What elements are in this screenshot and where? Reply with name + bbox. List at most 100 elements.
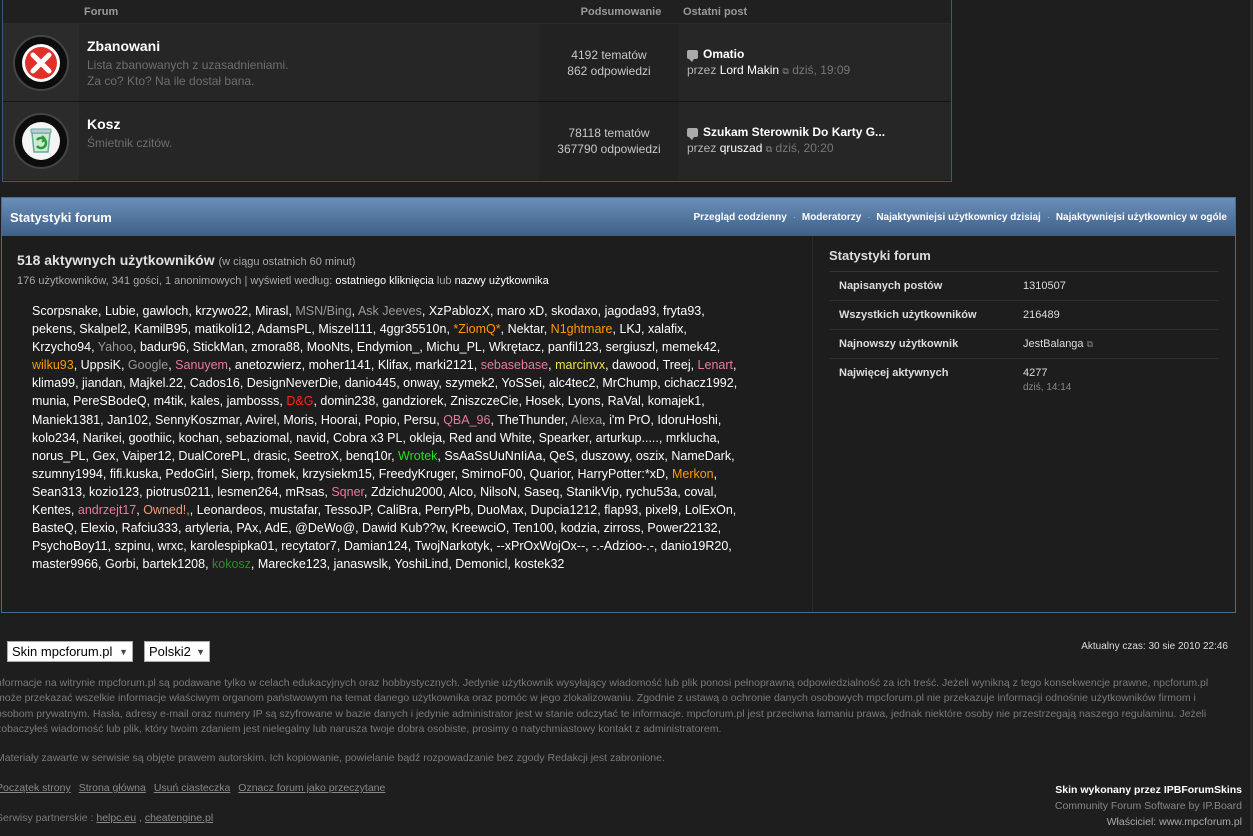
active-user-link[interactable]: Treej — [663, 358, 691, 372]
active-user-link[interactable]: gawloch — [143, 304, 189, 318]
active-user-link[interactable]: Moris — [283, 413, 314, 427]
active-user-link[interactable]: Wkrętacz — [489, 340, 541, 354]
link-home[interactable]: Strona główna — [79, 782, 146, 794]
active-user-link[interactable]: Narikei — [83, 431, 122, 445]
active-user-link[interactable]: sebasebase — [481, 358, 548, 372]
active-user-link[interactable]: arturkup..... — [596, 431, 659, 445]
active-user-link[interactable]: benq10r — [346, 449, 391, 463]
active-user-link[interactable]: Krzycho94 — [32, 340, 91, 354]
active-user-link[interactable]: BasteQ — [32, 521, 74, 535]
active-user-link[interactable]: krzywo22 — [195, 304, 248, 318]
link-moderators[interactable]: Moderatorzy — [802, 212, 861, 223]
active-user-link[interactable]: Saseq — [524, 485, 559, 499]
active-user-link[interactable]: Spearker — [539, 431, 589, 445]
active-user-link[interactable]: szumny1994 — [32, 467, 103, 481]
active-user-link[interactable]: jambosss — [227, 394, 280, 408]
sort-by-name-link[interactable]: nazwy użytkownika — [455, 275, 549, 287]
active-user-link[interactable]: cichacz1992 — [664, 376, 734, 390]
active-user-link[interactable]: Avirel — [245, 413, 276, 427]
active-user-link[interactable]: CaliBra — [377, 503, 418, 517]
active-user-link[interactable]: duszowy — [581, 449, 629, 463]
skin-select[interactable]: Skin mpcforum.pl ▼ — [7, 641, 133, 662]
active-user-link[interactable]: SmirnoF00 — [461, 467, 522, 481]
active-user-link[interactable]: NilsoN — [480, 485, 517, 499]
active-user-link[interactable]: Cados16 — [190, 376, 240, 390]
active-user-link[interactable]: danio445 — [345, 376, 396, 390]
active-user-link[interactable]: zmora88 — [251, 340, 300, 354]
active-user-link[interactable]: alc4tec2 — [549, 376, 596, 390]
active-user-link[interactable]: mRsas — [285, 485, 324, 499]
active-user-link[interactable]: Mirasl — [255, 304, 288, 318]
active-user-link[interactable]: *ZiomQ* — [453, 322, 500, 336]
external-link-icon[interactable]: ⧉ — [782, 66, 788, 76]
active-user-link[interactable]: jiandan — [82, 376, 122, 390]
active-user-link[interactable]: Maniek1381 — [32, 413, 100, 427]
active-user-link[interactable]: munia — [32, 394, 66, 408]
active-user-link[interactable]: skodaxo — [551, 304, 598, 318]
active-user-link[interactable]: piotrus0211 — [146, 485, 210, 499]
active-user-link[interactable]: krzysiekm15 — [302, 467, 371, 481]
active-user-link[interactable]: komajek1 — [648, 394, 702, 408]
active-user-link[interactable]: kodzia — [561, 521, 597, 535]
active-user-link[interactable]: klima99 — [32, 376, 75, 390]
active-user-link[interactable]: wrxc — [158, 539, 184, 553]
active-user-link[interactable]: MSN/Bing — [295, 304, 351, 318]
active-user-link[interactable]: NameDark — [671, 449, 731, 463]
active-user-link[interactable]: marki2121 — [415, 358, 473, 372]
active-user-link[interactable]: PerryPb — [425, 503, 470, 517]
active-user-link[interactable]: PsychoBoy11 — [32, 539, 108, 553]
active-user-link[interactable]: kochan — [179, 431, 219, 445]
active-user-link[interactable]: artyleria — [185, 521, 229, 535]
language-select[interactable]: Polski2 ▼ — [144, 641, 210, 662]
active-user-link[interactable]: Hoorai — [321, 413, 358, 427]
active-user-link[interactable]: Alco — [449, 485, 473, 499]
active-user-link[interactable]: SeetroX — [294, 449, 339, 463]
active-user-link[interactable]: KreewciO — [452, 521, 506, 535]
active-user-link[interactable]: LolExOn — [685, 503, 733, 517]
active-user-link[interactable]: QBA_96 — [443, 413, 490, 427]
active-user-link[interactable]: Rafciu333 — [122, 521, 178, 535]
active-user-link[interactable]: Sqner — [331, 485, 364, 499]
active-user-link[interactable]: szpinu — [114, 539, 150, 553]
active-user-link[interactable]: FreedyKruger — [379, 467, 455, 481]
active-user-link[interactable]: Marecke123 — [258, 557, 327, 571]
active-user-link[interactable]: 4ggr35510n — [380, 322, 447, 336]
active-user-link[interactable]: Sanuyem — [175, 358, 228, 372]
active-user-link[interactable]: okleja — [409, 431, 442, 445]
active-user-link[interactable]: --xPrOxWojOx-- — [496, 539, 585, 553]
active-user-link[interactable]: Kentes — [32, 503, 71, 517]
last-topic-link[interactable]: Omatio — [703, 47, 744, 61]
active-user-link[interactable]: fifi.kuska — [110, 467, 159, 481]
active-user-link[interactable]: StickMan — [193, 340, 244, 354]
active-user-link[interactable]: DesignNeverDie — [247, 376, 338, 390]
active-user-link[interactable]: fryta93 — [663, 304, 701, 318]
active-user-link[interactable]: IdoruHoshi — [657, 413, 717, 427]
active-user-link[interactable]: Jan102 — [107, 413, 148, 427]
active-user-link[interactable]: Ten100 — [513, 521, 554, 535]
active-user-link[interactable]: Sean313 — [32, 485, 82, 499]
active-user-link[interactable]: matikoli12 — [195, 322, 251, 336]
active-user-link[interactable]: recytator7 — [281, 539, 337, 553]
link-top-overall[interactable]: Najaktywniejsi użytkownicy w ogóle — [1056, 212, 1227, 223]
active-user-link[interactable]: Red and White — [449, 431, 532, 445]
active-user-link[interactable]: zirross — [604, 521, 641, 535]
last-poster-link[interactable]: qruszad — [720, 141, 763, 155]
active-user-link[interactable]: badur96 — [140, 340, 186, 354]
external-link-icon[interactable]: ⧉ — [1087, 339, 1093, 349]
active-user-link[interactable]: SennyKoszmar — [155, 413, 239, 427]
active-user-link[interactable]: i'm PrO — [609, 413, 650, 427]
active-user-link[interactable]: -.-Adzioo-.- — [592, 539, 654, 553]
active-user-link[interactable]: master9966 — [32, 557, 98, 571]
active-user-link[interactable]: sergiuszl — [606, 340, 655, 354]
active-user-link[interactable]: Elexio — [81, 521, 115, 535]
link-mark-read[interactable]: Oznacz forum jako przeczytane — [238, 782, 385, 794]
active-user-link[interactable]: LKJ — [619, 322, 641, 336]
active-user-link[interactable]: TwojNarkotyk — [414, 539, 489, 553]
partner-link-cheatengine[interactable]: cheatengine.pl — [145, 812, 213, 824]
active-user-link[interactable]: onway — [403, 376, 438, 390]
active-user-link[interactable]: PedoGirl — [165, 467, 214, 481]
active-user-link[interactable]: Hosek — [525, 394, 560, 408]
active-user-link[interactable]: pekens — [32, 322, 72, 336]
sort-by-click-link[interactable]: ostatniego kliknięcia — [335, 275, 433, 287]
active-user-link[interactable]: YoshiLind — [395, 557, 449, 571]
